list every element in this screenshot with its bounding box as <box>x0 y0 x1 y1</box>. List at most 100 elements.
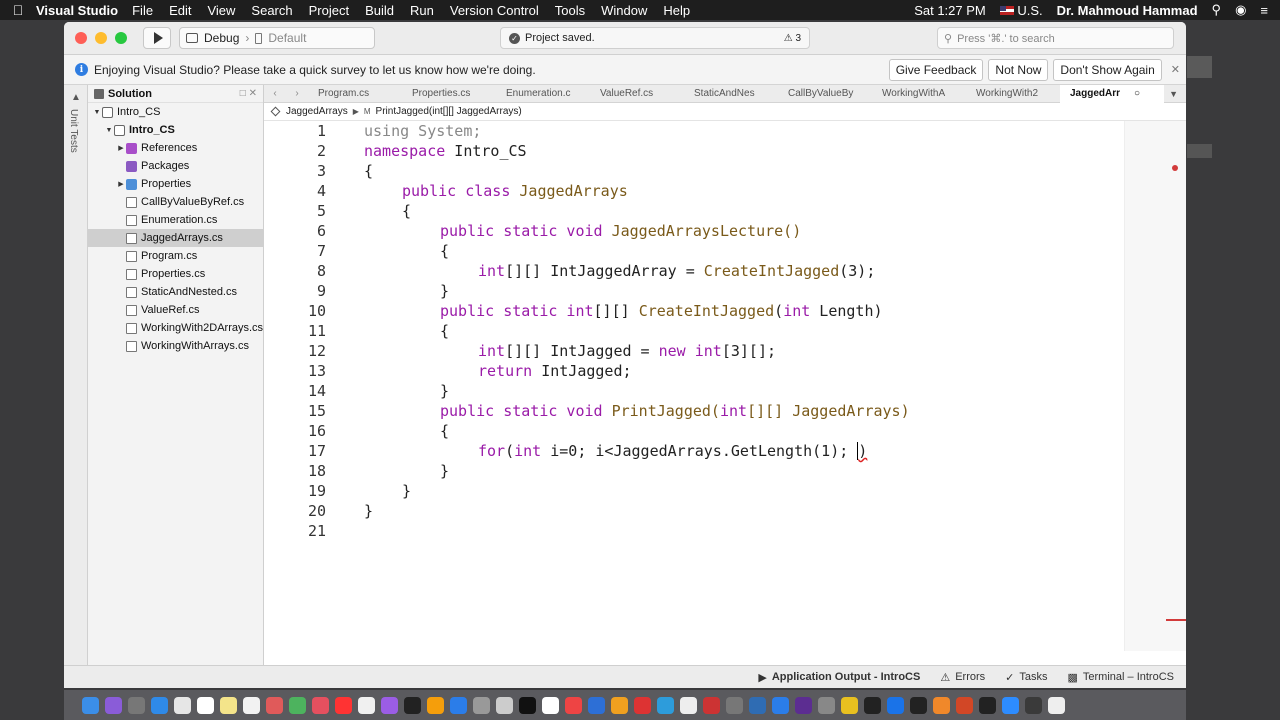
zoom-window-button[interactable] <box>115 32 127 44</box>
disclosure-open-icon[interactable]: ▼ <box>92 109 102 116</box>
apps-grid-icon[interactable] <box>174 696 191 714</box>
notes-icon[interactable] <box>220 696 237 714</box>
app-icon[interactable] <box>634 696 651 714</box>
calendar-icon[interactable] <box>197 696 214 714</box>
input-source[interactable]: U.S. <box>999 3 1043 18</box>
run-button[interactable] <box>143 27 171 49</box>
tree-project[interactable]: ▼ Intro_CS <box>88 121 263 139</box>
control-center-icon[interactable]: ◉ <box>1235 2 1246 18</box>
pad-controls[interactable]: □ ✕ <box>240 88 257 99</box>
overview-ruler[interactable] <box>1124 121 1186 651</box>
application-output-tab[interactable]: ▶ Application Output - IntroCS <box>758 671 920 684</box>
launchpad-icon[interactable] <box>128 696 145 714</box>
breadcrumb-class[interactable]: JaggedArrays <box>286 106 348 117</box>
minimize-window-button[interactable] <box>95 32 107 44</box>
apple-icon[interactable]:  <box>0 2 36 18</box>
menu-window[interactable]: Window <box>601 3 647 18</box>
app-icon[interactable] <box>726 696 743 714</box>
powerpoint-icon[interactable] <box>956 696 973 714</box>
app-icon[interactable] <box>680 696 697 714</box>
breadcrumb-method[interactable]: PrintJagged(int[][] JaggedArrays) <box>376 106 522 117</box>
tree-file[interactable]: Enumeration.cs <box>88 211 263 229</box>
warnings-indicator[interactable]: ⚠ 3 <box>784 33 801 44</box>
finder-icon[interactable] <box>82 696 99 714</box>
app-icon[interactable] <box>864 696 881 714</box>
disclosure-closed-icon[interactable]: ▶ <box>116 180 126 188</box>
app-icon[interactable] <box>749 696 766 714</box>
tab-staticandnested[interactable]: StaticAndNes <box>684 88 778 99</box>
news-icon[interactable] <box>335 696 352 714</box>
menu-build[interactable]: Build <box>365 3 394 18</box>
tab-jaggedarrays[interactable]: JaggedArr ○ <box>1060 84 1164 103</box>
disclosure-open-icon[interactable]: ▼ <box>104 127 114 134</box>
close-window-button[interactable] <box>75 32 87 44</box>
visual-studio-icon[interactable] <box>795 696 812 714</box>
app-icon[interactable] <box>588 696 605 714</box>
tree-file[interactable]: Properties.cs <box>88 265 263 283</box>
tree-file[interactable]: WorkingWith2DArrays.cs <box>88 319 263 337</box>
tab-valueref[interactable]: ValueRef.cs <box>590 88 684 99</box>
acrobat-icon[interactable] <box>979 696 996 714</box>
zoom-icon[interactable] <box>1002 696 1019 714</box>
app-icon[interactable] <box>910 696 927 714</box>
chrome-icon[interactable] <box>542 696 559 714</box>
tree-file[interactable]: CallByValueByRef.cs <box>88 193 263 211</box>
tree-file[interactable]: Program.cs <box>88 247 263 265</box>
tab-properties[interactable]: Properties.cs <box>402 88 496 99</box>
tree-solution-root[interactable]: ▼ Intro_CS <box>88 103 263 121</box>
facetime-icon[interactable] <box>289 696 306 714</box>
chevron-right-icon[interactable]: › <box>286 88 308 99</box>
disclosure-closed-icon[interactable]: ▶ <box>116 144 126 152</box>
tab-list-dropdown-icon[interactable]: ▼ <box>1169 89 1178 99</box>
app-icon[interactable] <box>1025 696 1042 714</box>
tab-program[interactable]: Program.cs <box>308 88 402 99</box>
errors-tab[interactable]: ⚠ Errors <box>940 671 985 684</box>
unit-tests-pad-tab[interactable]: ▲ Unit Tests <box>64 85 88 665</box>
error-position-marker[interactable] <box>1166 619 1186 621</box>
menu-extra-icon[interactable]: ≡ <box>1260 3 1268 18</box>
not-now-button[interactable]: Not Now <box>988 58 1049 81</box>
tab-workingwitharrays[interactable]: WorkingWithA <box>872 88 966 99</box>
app-icon[interactable] <box>933 696 950 714</box>
itunes-icon[interactable] <box>358 696 375 714</box>
safari-icon[interactable] <box>151 696 168 714</box>
tree-file[interactable]: StaticAndNested.cs <box>88 283 263 301</box>
app-icon[interactable] <box>565 696 582 714</box>
tree-packages[interactable]: Packages <box>88 157 263 175</box>
reminders-icon[interactable] <box>243 696 260 714</box>
app-store-icon[interactable] <box>450 696 467 714</box>
menu-edit[interactable]: Edit <box>169 3 191 18</box>
tree-properties-folder[interactable]: ▶ Properties <box>88 175 263 193</box>
menu-file[interactable]: File <box>132 3 153 18</box>
close-icon[interactable]: ✕ <box>1171 63 1180 76</box>
clock[interactable]: Sat 1:27 PM <box>914 3 986 18</box>
photos-icon[interactable] <box>266 696 283 714</box>
app-icon[interactable] <box>841 696 858 714</box>
menu-help[interactable]: Help <box>663 3 690 18</box>
tree-references[interactable]: ▶ References <box>88 139 263 157</box>
tab-enumeration[interactable]: Enumeration.c <box>496 88 590 99</box>
tree-file[interactable]: ValueRef.cs <box>88 301 263 319</box>
app-menu[interactable]: Visual Studio <box>36 3 118 18</box>
tab-callbyvaluebyref[interactable]: CallByValueBy <box>778 88 872 99</box>
menu-view[interactable]: View <box>207 3 235 18</box>
app-icon[interactable] <box>772 696 789 714</box>
search-field[interactable]: ⚲ Press '⌘.' to search <box>937 27 1174 49</box>
books-icon[interactable] <box>427 696 444 714</box>
menu-project[interactable]: Project <box>309 3 349 18</box>
tree-file[interactable]: WorkingWithArrays.cs <box>88 337 263 355</box>
podcasts-icon[interactable] <box>381 696 398 714</box>
menu-tools[interactable]: Tools <box>555 3 585 18</box>
unsaved-dot-icon[interactable]: ○ <box>1134 88 1140 99</box>
system-preferences-icon[interactable] <box>473 696 490 714</box>
siri-icon[interactable] <box>105 696 122 714</box>
utility-icon[interactable] <box>496 696 513 714</box>
app-icon[interactable] <box>887 696 904 714</box>
chevron-left-icon[interactable]: ‹ <box>264 88 286 99</box>
configuration-selector[interactable]: Debug › Default <box>179 27 375 49</box>
acrobat-icon[interactable] <box>703 696 720 714</box>
downloads-icon[interactable] <box>1048 696 1065 714</box>
menu-search[interactable]: Search <box>251 3 292 18</box>
terminal-icon[interactable] <box>519 696 536 714</box>
app-icon[interactable] <box>657 696 674 714</box>
